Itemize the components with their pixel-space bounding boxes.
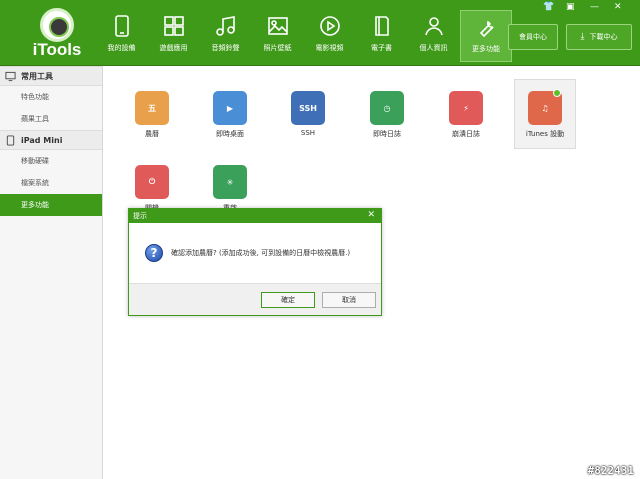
sidebar-item-label: 特色功能: [21, 93, 49, 101]
dialog-message: 確認添加農曆? (添加成功後, 可到設備的日曆中檢視農曆.): [171, 249, 351, 257]
nav-photos[interactable]: 照片壁紙: [252, 10, 303, 62]
power-icon: ⏻: [135, 165, 169, 199]
app-glyph: ✳: [226, 177, 234, 187]
download-icon: ⤓: [580, 32, 585, 42]
watermark: #822431: [587, 464, 634, 477]
app-label: SSH: [300, 129, 316, 137]
nav-my-device[interactable]: 我的設備: [96, 10, 147, 62]
music-icon: [215, 16, 235, 36]
photo-icon: [267, 17, 288, 35]
sidebar-item-label: 蘋果工具: [21, 115, 49, 123]
app-itunes[interactable]: ♫ iTunes 設動: [514, 79, 576, 149]
nav-label: 我的設備: [107, 44, 136, 52]
app-live-desktop[interactable]: ▶ 即時桌面: [199, 80, 261, 150]
sidebar-item-more-features[interactable]: 更多功能: [0, 194, 102, 216]
app-lunar-calendar[interactable]: 五 農曆: [121, 80, 183, 150]
app-glyph: ◷: [383, 103, 391, 113]
app-glyph: ⏻: [148, 177, 156, 186]
nav-personal-info[interactable]: 個人資訊: [408, 10, 459, 62]
book-icon: [374, 16, 389, 36]
sidebar-item-label: 更多功能: [21, 201, 49, 209]
nav-label: 個人資訊: [419, 44, 448, 52]
member-center-button[interactable]: 會員中心: [508, 24, 558, 50]
crash-log-icon: ⚡: [449, 91, 483, 125]
cancel-button[interactable]: 取消: [322, 292, 376, 308]
wrench-icon: [479, 20, 494, 38]
sidebar-section-title: iPad Mini: [21, 135, 63, 145]
app-logo: iTools: [26, 8, 88, 63]
app-glyph: 五: [148, 103, 156, 113]
nav-label: 更多功能: [472, 45, 500, 53]
app-crash-log[interactable]: ⚡ 崩潰日誌: [435, 80, 497, 150]
ok-button[interactable]: 確定: [261, 292, 315, 308]
sidebar-section-common-tools[interactable]: 常用工具: [0, 66, 102, 86]
nav-video[interactable]: 電影視頻: [304, 10, 355, 62]
download-center-button[interactable]: ⤓ 下載中心: [566, 24, 632, 50]
app-glyph: ▶: [226, 103, 234, 113]
skin-icon[interactable]: 👕: [543, 2, 554, 12]
nav-label: 遊戲應用: [159, 44, 188, 52]
sidebar: 常用工具 特色功能 蘋果工具 iPad Mini 移動硬碟 檔案系統 更多功能: [0, 66, 103, 479]
installed-badge: [553, 89, 561, 97]
question-icon: ?: [145, 244, 163, 262]
video-icon: [319, 16, 340, 36]
apps-icon: [163, 16, 184, 36]
top-bar: iTools 我的設備 遊戲應用 音頻鈴聲 照片壁紙 電影視頻 電子書 個人資訊…: [0, 0, 640, 66]
dialog-footer: 確定 取消: [129, 283, 381, 315]
nav-audio[interactable]: 音頻鈴聲: [200, 10, 251, 62]
monitor-icon: [5, 71, 16, 81]
sidebar-section-title: 常用工具: [21, 71, 53, 81]
ssh-icon: SSH: [291, 91, 325, 125]
minimize-icon[interactable]: —: [590, 2, 599, 12]
nav-games-apps[interactable]: 遊戲應用: [148, 10, 199, 62]
dialog-title-bar: 提示 ✕: [129, 209, 381, 223]
close-icon[interactable]: ✕: [614, 2, 622, 12]
restart-icon: ✳: [213, 165, 247, 199]
dialog-body: ? 確認添加農曆? (添加成功後, 可到設備的日曆中檢視農曆.): [129, 223, 381, 283]
app-label: 崩潰日誌: [452, 130, 480, 138]
sidebar-item-apple-tools[interactable]: 蘋果工具: [0, 108, 102, 130]
app-label: iTunes 設動: [525, 130, 565, 138]
confirm-dialog: 提示 ✕ ? 確認添加農曆? (添加成功後, 可到設備的日曆中檢視農曆.) 確定…: [128, 208, 382, 316]
app-label: 農曆: [145, 130, 159, 138]
nav-ebook[interactable]: 電子書: [356, 10, 407, 62]
sidebar-item-label: 檔案系統: [21, 179, 49, 187]
itools-logo-icon: [40, 8, 74, 42]
person-icon: [424, 17, 443, 36]
app-live-log[interactable]: ◷ 即時日誌: [356, 80, 418, 150]
app-glyph: ⚡: [463, 103, 469, 113]
nav-label: 電影視頻: [315, 44, 344, 52]
sidebar-item-file-system[interactable]: 檔案系統: [0, 172, 102, 194]
download-center-label: 下載中心: [589, 33, 618, 41]
nav-label: 音頻鈴聲: [211, 44, 240, 52]
app-name: iTools: [32, 40, 82, 59]
app-label: 即時桌面: [216, 130, 244, 138]
nav-label: 照片壁紙: [263, 44, 292, 52]
sidebar-section-ipad-mini[interactable]: iPad Mini: [0, 130, 102, 150]
sidebar-item-mobile-disk[interactable]: 移動硬碟: [0, 150, 102, 172]
app-glyph: SSH: [299, 103, 317, 113]
dialog-title: 提示: [133, 212, 147, 220]
nav-more-features[interactable]: 更多功能: [460, 10, 512, 62]
sidebar-item-features[interactable]: 特色功能: [0, 86, 102, 108]
live-log-icon: ◷: [370, 91, 404, 125]
menu-icon[interactable]: ▣: [566, 2, 575, 12]
app-glyph: ♫: [541, 103, 549, 113]
ok-label: 確定: [281, 296, 295, 304]
phone-icon: [114, 15, 129, 37]
cancel-label: 取消: [342, 296, 356, 304]
calendar-icon: 五: [135, 91, 169, 125]
dialog-close-icon[interactable]: ✕: [367, 210, 375, 220]
main-nav: 我的設備 遊戲應用 音頻鈴聲 照片壁紙 電影視頻 電子書 個人資訊 更多功能: [96, 10, 513, 62]
tablet-icon: [6, 134, 15, 146]
sidebar-item-label: 移動硬碟: [21, 157, 49, 165]
member-center-label: 會員中心: [519, 33, 547, 41]
app-label: 即時日誌: [373, 130, 401, 138]
live-desktop-icon: ▶: [213, 91, 247, 125]
nav-label: 電子書: [371, 44, 392, 52]
app-ssh[interactable]: SSH SSH: [277, 80, 339, 150]
